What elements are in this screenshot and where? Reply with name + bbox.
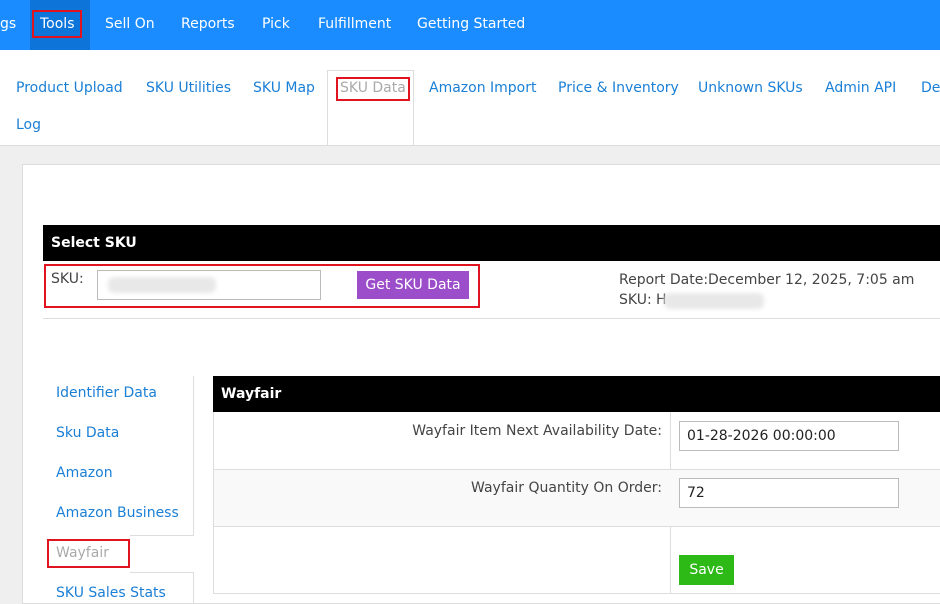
- tab-sku-map[interactable]: SKU Map: [253, 80, 315, 96]
- tab-price-inventory[interactable]: Price & Inventory: [558, 80, 679, 96]
- nav-item-fulfillment[interactable]: Fulfillment: [318, 0, 391, 50]
- tab-unknown-skus[interactable]: Unknown SKUs: [698, 80, 803, 96]
- sidebar-divider: [193, 376, 194, 536]
- sidebar-item-sku-sales-stats[interactable]: SKU Sales Stats: [56, 585, 166, 601]
- wayfair-sidebar-highlight-box: [47, 539, 130, 568]
- tab-log[interactable]: Log: [16, 117, 41, 133]
- wayfair-row-divider-1: [213, 469, 940, 470]
- wayfair-header: Wayfair: [213, 376, 940, 412]
- tab-de-truncated[interactable]: De: [921, 80, 940, 96]
- wayfair-table-bottom-border: [213, 593, 940, 594]
- report-date-value: December 12, 2025, 7:05 am: [708, 272, 915, 288]
- quantity-on-order-input[interactable]: 72: [679, 478, 899, 508]
- sidebar-divider-lower: [193, 572, 194, 604]
- sidebar-item-amazon-business[interactable]: Amazon Business: [56, 505, 179, 521]
- top-nav-bar: gs Tools Sell On Reports Pick Fulfillmen…: [0, 0, 940, 50]
- select-sku-title: Select SKU: [51, 235, 137, 251]
- tab-product-upload[interactable]: Product Upload: [16, 80, 123, 96]
- next-availability-date-input[interactable]: 01-28-2026 00:00:00: [679, 421, 899, 451]
- next-availability-date-label: Wayfair Item Next Availability Date:: [412, 423, 662, 439]
- report-date-label: Report Date:: [619, 272, 709, 288]
- redacted-report-sku-blur: [664, 293, 764, 309]
- sidebar-active-top-line: [130, 535, 194, 536]
- select-sku-divider: [43, 318, 940, 319]
- nav-item-reports[interactable]: Reports: [181, 0, 235, 50]
- sidebar-item-amazon[interactable]: Amazon: [56, 465, 113, 481]
- sidebar-active-bottom-line: [130, 572, 194, 573]
- save-button[interactable]: Save: [679, 555, 734, 585]
- tab-sku-utilities[interactable]: SKU Utilities: [146, 80, 231, 96]
- report-sku-label: SKU:: [619, 292, 652, 308]
- tools-highlight-box: [32, 10, 82, 38]
- tab-admin-api[interactable]: Admin API: [825, 80, 896, 96]
- sub-tab-bar: [0, 50, 940, 145]
- sidebar-item-identifier-data[interactable]: Identifier Data: [56, 385, 157, 401]
- tab-amazon-import[interactable]: Amazon Import: [429, 80, 537, 96]
- nav-item-getting-started[interactable]: Getting Started: [417, 0, 525, 50]
- sku-data-tab-highlight-box: [336, 77, 410, 101]
- sidebar-item-sku-data[interactable]: Sku Data: [56, 425, 119, 441]
- sku-input-highlight-box: [44, 264, 480, 308]
- wayfair-row-divider-2: [213, 526, 940, 527]
- wayfair-title: Wayfair: [221, 386, 282, 402]
- select-sku-header: Select SKU: [43, 225, 940, 261]
- nav-item-settings[interactable]: gs: [0, 0, 16, 50]
- nav-item-pick[interactable]: Pick: [262, 0, 290, 50]
- quantity-on-order-label: Wayfair Quantity On Order:: [471, 480, 662, 496]
- nav-item-sell-on[interactable]: Sell On: [105, 0, 155, 50]
